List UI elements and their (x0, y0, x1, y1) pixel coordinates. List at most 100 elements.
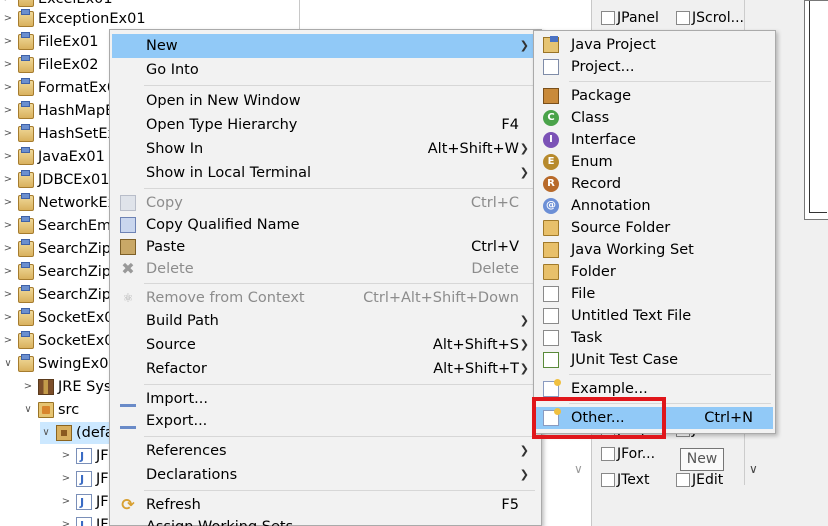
menu-separator (144, 283, 535, 284)
menu-item-delete[interactable]: ✖ Delete Delete (112, 257, 539, 281)
palette-item-jtextarea[interactable]: JText (601, 469, 649, 491)
chevron-right-icon[interactable]: > (2, 284, 14, 306)
submenu-item-package[interactable]: Package (536, 85, 773, 107)
chevron-right-icon[interactable]: > (2, 238, 14, 260)
submenu-item-folder[interactable]: Folder (536, 261, 773, 283)
menu-item-new[interactable]: New ❯ (112, 34, 539, 58)
chevron-right-icon[interactable]: > (22, 376, 34, 398)
chevron-right-icon[interactable]: > (2, 169, 14, 191)
menu-item-copy-qualified-name[interactable]: Copy Qualified Name (112, 213, 539, 237)
chevron-down-icon[interactable]: ∨ (749, 462, 758, 476)
chevron-right-icon[interactable]: > (2, 261, 14, 283)
chevron-right-icon[interactable]: > (2, 77, 14, 99)
tree-item-package[interactable]: ∨ (defa (40, 422, 120, 444)
tree-item-project[interactable]: > FormatEx0 (2, 77, 116, 99)
menu-item-source[interactable]: Source Alt+Shift+S ❯ (112, 333, 539, 357)
menu-item-show-local-terminal[interactable]: Show in Local Terminal ❯ (112, 161, 539, 185)
tree-item-project[interactable]: ∨ SwingEx01 (2, 353, 118, 375)
menu-item-paste[interactable]: Paste Ctrl+V (112, 235, 539, 259)
tree-item-project[interactable]: > HashSetEx (2, 123, 116, 145)
submenu-item-junit-test-case[interactable]: JUnit Test Case (536, 349, 773, 371)
chevron-right-icon[interactable]: > (60, 445, 72, 467)
chevron-down-icon[interactable]: ∨ (574, 462, 583, 476)
tree-item-project[interactable]: > JDBCEx01 (2, 169, 109, 191)
submenu-arrow-icon: ❯ (519, 362, 529, 375)
palette-item-jformattedtextfield[interactable]: JFor... (601, 443, 655, 465)
menu-item-declarations[interactable]: Declarations ❯ (112, 463, 539, 487)
tree-item-project[interactable]: > NetworkEx (2, 192, 116, 214)
chevron-right-icon[interactable]: > (2, 146, 14, 168)
tree-item-project[interactable]: > JavaEx01 (2, 146, 105, 168)
menu-item-open-type-hierarchy[interactable]: Open Type Hierarchy F4 (112, 113, 539, 137)
menu-item-refactor[interactable]: Refactor Alt+Shift+T ❯ (112, 357, 539, 381)
java-project-icon (18, 193, 34, 211)
tree-item-label: HashMapE (38, 103, 115, 119)
submenu-item-annotation[interactable]: @ Annotation (536, 195, 773, 217)
submenu-item-java-project[interactable]: Java Project (536, 34, 773, 56)
submenu-item-untitled-text-file[interactable]: Untitled Text File (536, 305, 773, 327)
submenu-item-java-working-set[interactable]: Java Working Set (536, 239, 773, 261)
menu-item-import[interactable]: Import... (112, 387, 539, 411)
menu-item-build-path[interactable]: Build Path ❯ (112, 309, 539, 333)
menu-item-references[interactable]: References ❯ (112, 439, 539, 463)
tree-item-project[interactable]: > SocketEx0 (2, 330, 114, 352)
context-menu: New ❯ Go Into Open in New Window Open Typ… (109, 29, 542, 526)
tree-item-project[interactable]: > SearchZipc (2, 261, 119, 283)
menu-item-copy[interactable]: Copy Ctrl+C (112, 191, 539, 215)
chevron-right-icon[interactable]: > (60, 491, 72, 513)
tree-item-file[interactable]: > JF (60, 445, 109, 468)
tree-item-label: src (58, 402, 80, 418)
export-icon (120, 413, 136, 429)
tree-item-file[interactable]: > JF (60, 514, 109, 526)
menu-item-export[interactable]: Export... (112, 409, 539, 433)
chevron-right-icon[interactable]: > (2, 307, 14, 329)
submenu-item-project[interactable]: Project... (536, 56, 773, 78)
tree-item-file[interactable]: > JF (60, 468, 109, 491)
submenu-item-source-folder[interactable]: Source Folder (536, 217, 773, 239)
chevron-right-icon[interactable]: > (2, 54, 14, 76)
palette-item-jpanel[interactable]: JPanel (601, 7, 659, 29)
chevron-right-icon[interactable]: > (2, 330, 14, 352)
chevron-right-icon[interactable]: > (2, 8, 14, 30)
chevron-down-icon[interactable]: ∨ (2, 353, 14, 375)
tree-item-project[interactable]: > SearchZipc (2, 284, 119, 306)
chevron-right-icon[interactable]: > (2, 31, 14, 53)
tree-item-project[interactable]: > SearchEmp (2, 215, 120, 237)
menu-item-show-in[interactable]: Show In Alt+Shift+W ❯ (112, 137, 539, 161)
menu-item-assign-working-sets[interactable]: Assign Working Sets... (112, 515, 539, 526)
tree-item-project[interactable]: > FileEx02 (2, 54, 98, 76)
menu-item-open-new-window[interactable]: Open in New Window (112, 89, 539, 113)
submenu-item-interface[interactable]: I Interface (536, 129, 773, 151)
submenu-item-class[interactable]: C Class (536, 107, 773, 129)
submenu-item-task[interactable]: Task (536, 327, 773, 349)
tree-item-project[interactable]: > HashMapE (2, 100, 114, 122)
submenu-arrow-icon: ❯ (519, 314, 529, 327)
tree-item-file[interactable]: > JF (60, 491, 109, 514)
chevron-right-icon[interactable]: > (60, 468, 72, 490)
tree-item-project[interactable]: > SearchZipc (2, 238, 119, 260)
tree-item-project[interactable]: > SocketEx0 (2, 307, 114, 329)
chevron-right-icon[interactable]: > (2, 123, 14, 145)
menu-item-label: Import... (146, 391, 208, 407)
chevron-right-icon[interactable]: > (2, 192, 14, 214)
tree-item-src[interactable]: ∨ src (22, 399, 79, 421)
submenu-item-file[interactable]: File (536, 283, 773, 305)
design-canvas[interactable] (804, 0, 828, 220)
submenu-item-enum[interactable]: E Enum (536, 151, 773, 173)
menu-item-go-into[interactable]: Go Into (112, 58, 539, 82)
submenu-item-record[interactable]: R Record (536, 173, 773, 195)
menu-item-remove-from-context[interactable]: ⚛ Remove from Context Ctrl+Alt+Shift+Down (112, 286, 539, 310)
tree-item-project[interactable]: > FileEx01 (2, 31, 98, 53)
menu-item-shortcut: F4 (501, 117, 519, 133)
chevron-right-icon[interactable]: > (2, 215, 14, 237)
tree-item-jre[interactable]: > JRE Syst (22, 376, 117, 398)
palette-item-jeditorpane[interactable]: JEdit (676, 469, 723, 491)
tree-item-project[interactable]: > ExceptionEx01 (2, 8, 146, 30)
component-icon (601, 473, 615, 487)
chevron-right-icon[interactable]: > (2, 100, 14, 122)
chevron-down-icon[interactable]: ∨ (22, 399, 34, 421)
palette-item-jscrollpane[interactable]: JScrol... (676, 7, 744, 29)
menu-item-refresh[interactable]: ⟳ Refresh F5 (112, 493, 539, 517)
chevron-right-icon[interactable]: > (60, 514, 72, 526)
chevron-down-icon[interactable]: ∨ (40, 422, 52, 444)
